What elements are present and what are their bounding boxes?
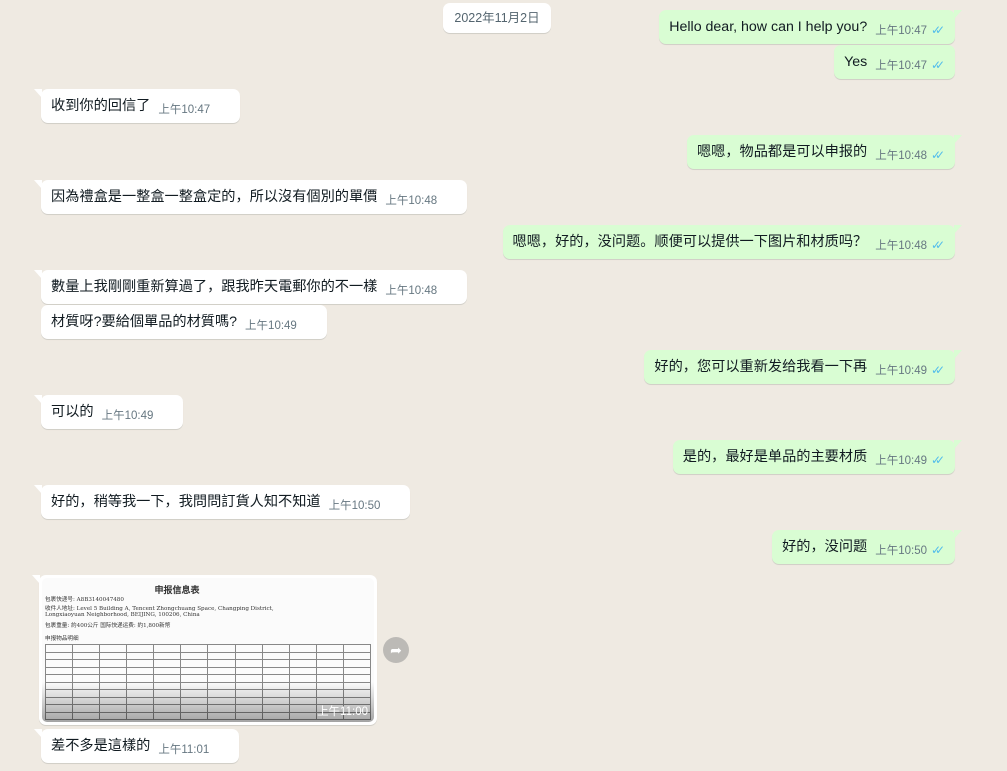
message-text: 好的，您可以重新发给我看一下再 xyxy=(654,359,868,375)
message-text: 因為禮盒是一整盒一整盒定的，所以沒有個別的單價 xyxy=(51,189,378,205)
message-time: 上午10:50 xyxy=(875,545,927,557)
read-ticks-icon: ✓✓ xyxy=(931,453,945,467)
outgoing-message[interactable]: Yes 上午10:47 ✓✓ xyxy=(834,45,955,79)
image-message[interactable]: 申报信息表 包裹快递号: A8B3140047480 收件人地址: Level … xyxy=(32,575,377,725)
incoming-message[interactable]: 收到你的回信了 上午10:47 xyxy=(33,89,241,123)
message-text: 是的，最好是单品的主要材质 xyxy=(682,449,868,465)
outgoing-message[interactable]: 嗯嗯，物品都是可以申报的 上午10:48 ✓✓ xyxy=(686,135,963,169)
message-text: 嗯嗯，物品都是可以申报的 xyxy=(696,144,868,160)
message-text: 好的，稍等我一下，我問問訂貨人知不知道 xyxy=(51,494,321,510)
read-ticks-icon: ✓✓ xyxy=(931,238,945,252)
outgoing-message[interactable]: 好的，您可以重新发给我看一下再 上午10:49 ✓✓ xyxy=(644,350,962,384)
incoming-message[interactable]: 因為禮盒是一整盒一整盒定的，所以沒有個別的單價 上午10:48 xyxy=(33,180,468,214)
message-text: 材質呀?要給個單品的材質嗎? xyxy=(51,314,238,330)
message-time: 上午10:49 xyxy=(875,455,927,467)
message-text: Hello dear, how can I help you? xyxy=(669,19,868,35)
message-time: 上午10:49 xyxy=(875,365,927,377)
read-ticks-icon: ✓✓ xyxy=(931,23,945,37)
document-line: 收件人地址: Level 5 Building A, Tencent Zhong… xyxy=(45,606,274,612)
message-time: 上午10:48 xyxy=(385,285,438,297)
message-time: 上午10:47 xyxy=(158,104,211,116)
message-text: 可以的 xyxy=(51,404,94,420)
message-time: 上午10:50 xyxy=(328,500,381,512)
message-time: 上午10:48 xyxy=(875,150,927,162)
document-image[interactable]: 申报信息表 包裹快递号: A8B3140047480 收件人地址: Level … xyxy=(42,578,374,722)
outgoing-message[interactable]: 是的，最好是单品的主要材质 上午10:49 ✓✓ xyxy=(672,440,963,474)
message-text: 差不多是這樣的 xyxy=(51,738,151,754)
document-line: 申报物品明细 xyxy=(45,636,79,642)
message-text: 數量上我剛剛重新算過了，跟我昨天電郵你的不一樣 xyxy=(51,279,378,295)
incoming-message[interactable]: 好的，稍等我一下，我問問訂貨人知不知道 上午10:50 xyxy=(33,485,411,519)
date-chip: 2022年11月2日 xyxy=(443,3,551,33)
message-text: 收到你的回信了 xyxy=(51,98,151,114)
read-ticks-icon: ✓✓ xyxy=(931,58,945,72)
message-text: 好的，没问题 xyxy=(782,539,868,555)
message-time: 上午10:47 xyxy=(875,25,927,37)
incoming-message[interactable]: 數量上我剛剛重新算過了，跟我昨天電郵你的不一樣 上午10:48 xyxy=(33,270,468,304)
message-time: 上午10:49 xyxy=(101,410,154,422)
message-time: 上午10:47 xyxy=(875,60,927,72)
incoming-message[interactable]: 可以的 上午10:49 xyxy=(33,395,184,429)
message-time: 上午11:00 xyxy=(317,706,368,718)
document-line: 包裹重量: 約400公斤 国际快递运费: 約1,800新幣 xyxy=(45,623,171,629)
chat-panel: 2022年11月2日 Hello dear, how can I help yo… xyxy=(0,0,1007,771)
outgoing-message[interactable]: Hello dear, how can I help you? 上午10:47 ✓✓ xyxy=(659,10,962,44)
read-ticks-icon: ✓✓ xyxy=(931,148,945,162)
incoming-message[interactable]: 差不多是這樣的 上午11:01 xyxy=(33,729,240,763)
document-line: Longxiaoyuan Neighborhood, BEIJING, 1002… xyxy=(45,612,200,618)
message-text: 嗯嗯，好的，没问题。顺便可以提供一下图片和材质吗？ xyxy=(512,234,868,250)
message-time: 上午10:48 xyxy=(875,240,927,252)
read-ticks-icon: ✓✓ xyxy=(931,543,945,557)
document-line: 包裹快递号: A8B3140047480 xyxy=(45,597,124,603)
outgoing-message[interactable]: 好的，没问题 上午10:50 ✓✓ xyxy=(772,530,962,564)
incoming-message[interactable]: 材質呀?要給個單品的材質嗎? 上午10:49 xyxy=(41,305,327,339)
outgoing-message[interactable]: 嗯嗯，好的，没问题。顺便可以提供一下图片和材质吗？ 上午10:48 ✓✓ xyxy=(502,225,963,259)
read-ticks-icon: ✓✓ xyxy=(931,363,945,377)
message-time: 上午11:01 xyxy=(158,744,210,756)
message-text: Yes xyxy=(844,54,868,70)
message-time: 上午10:49 xyxy=(245,320,297,332)
forward-arrow-icon[interactable]: ➦ xyxy=(383,637,409,663)
message-time: 上午10:48 xyxy=(385,195,438,207)
